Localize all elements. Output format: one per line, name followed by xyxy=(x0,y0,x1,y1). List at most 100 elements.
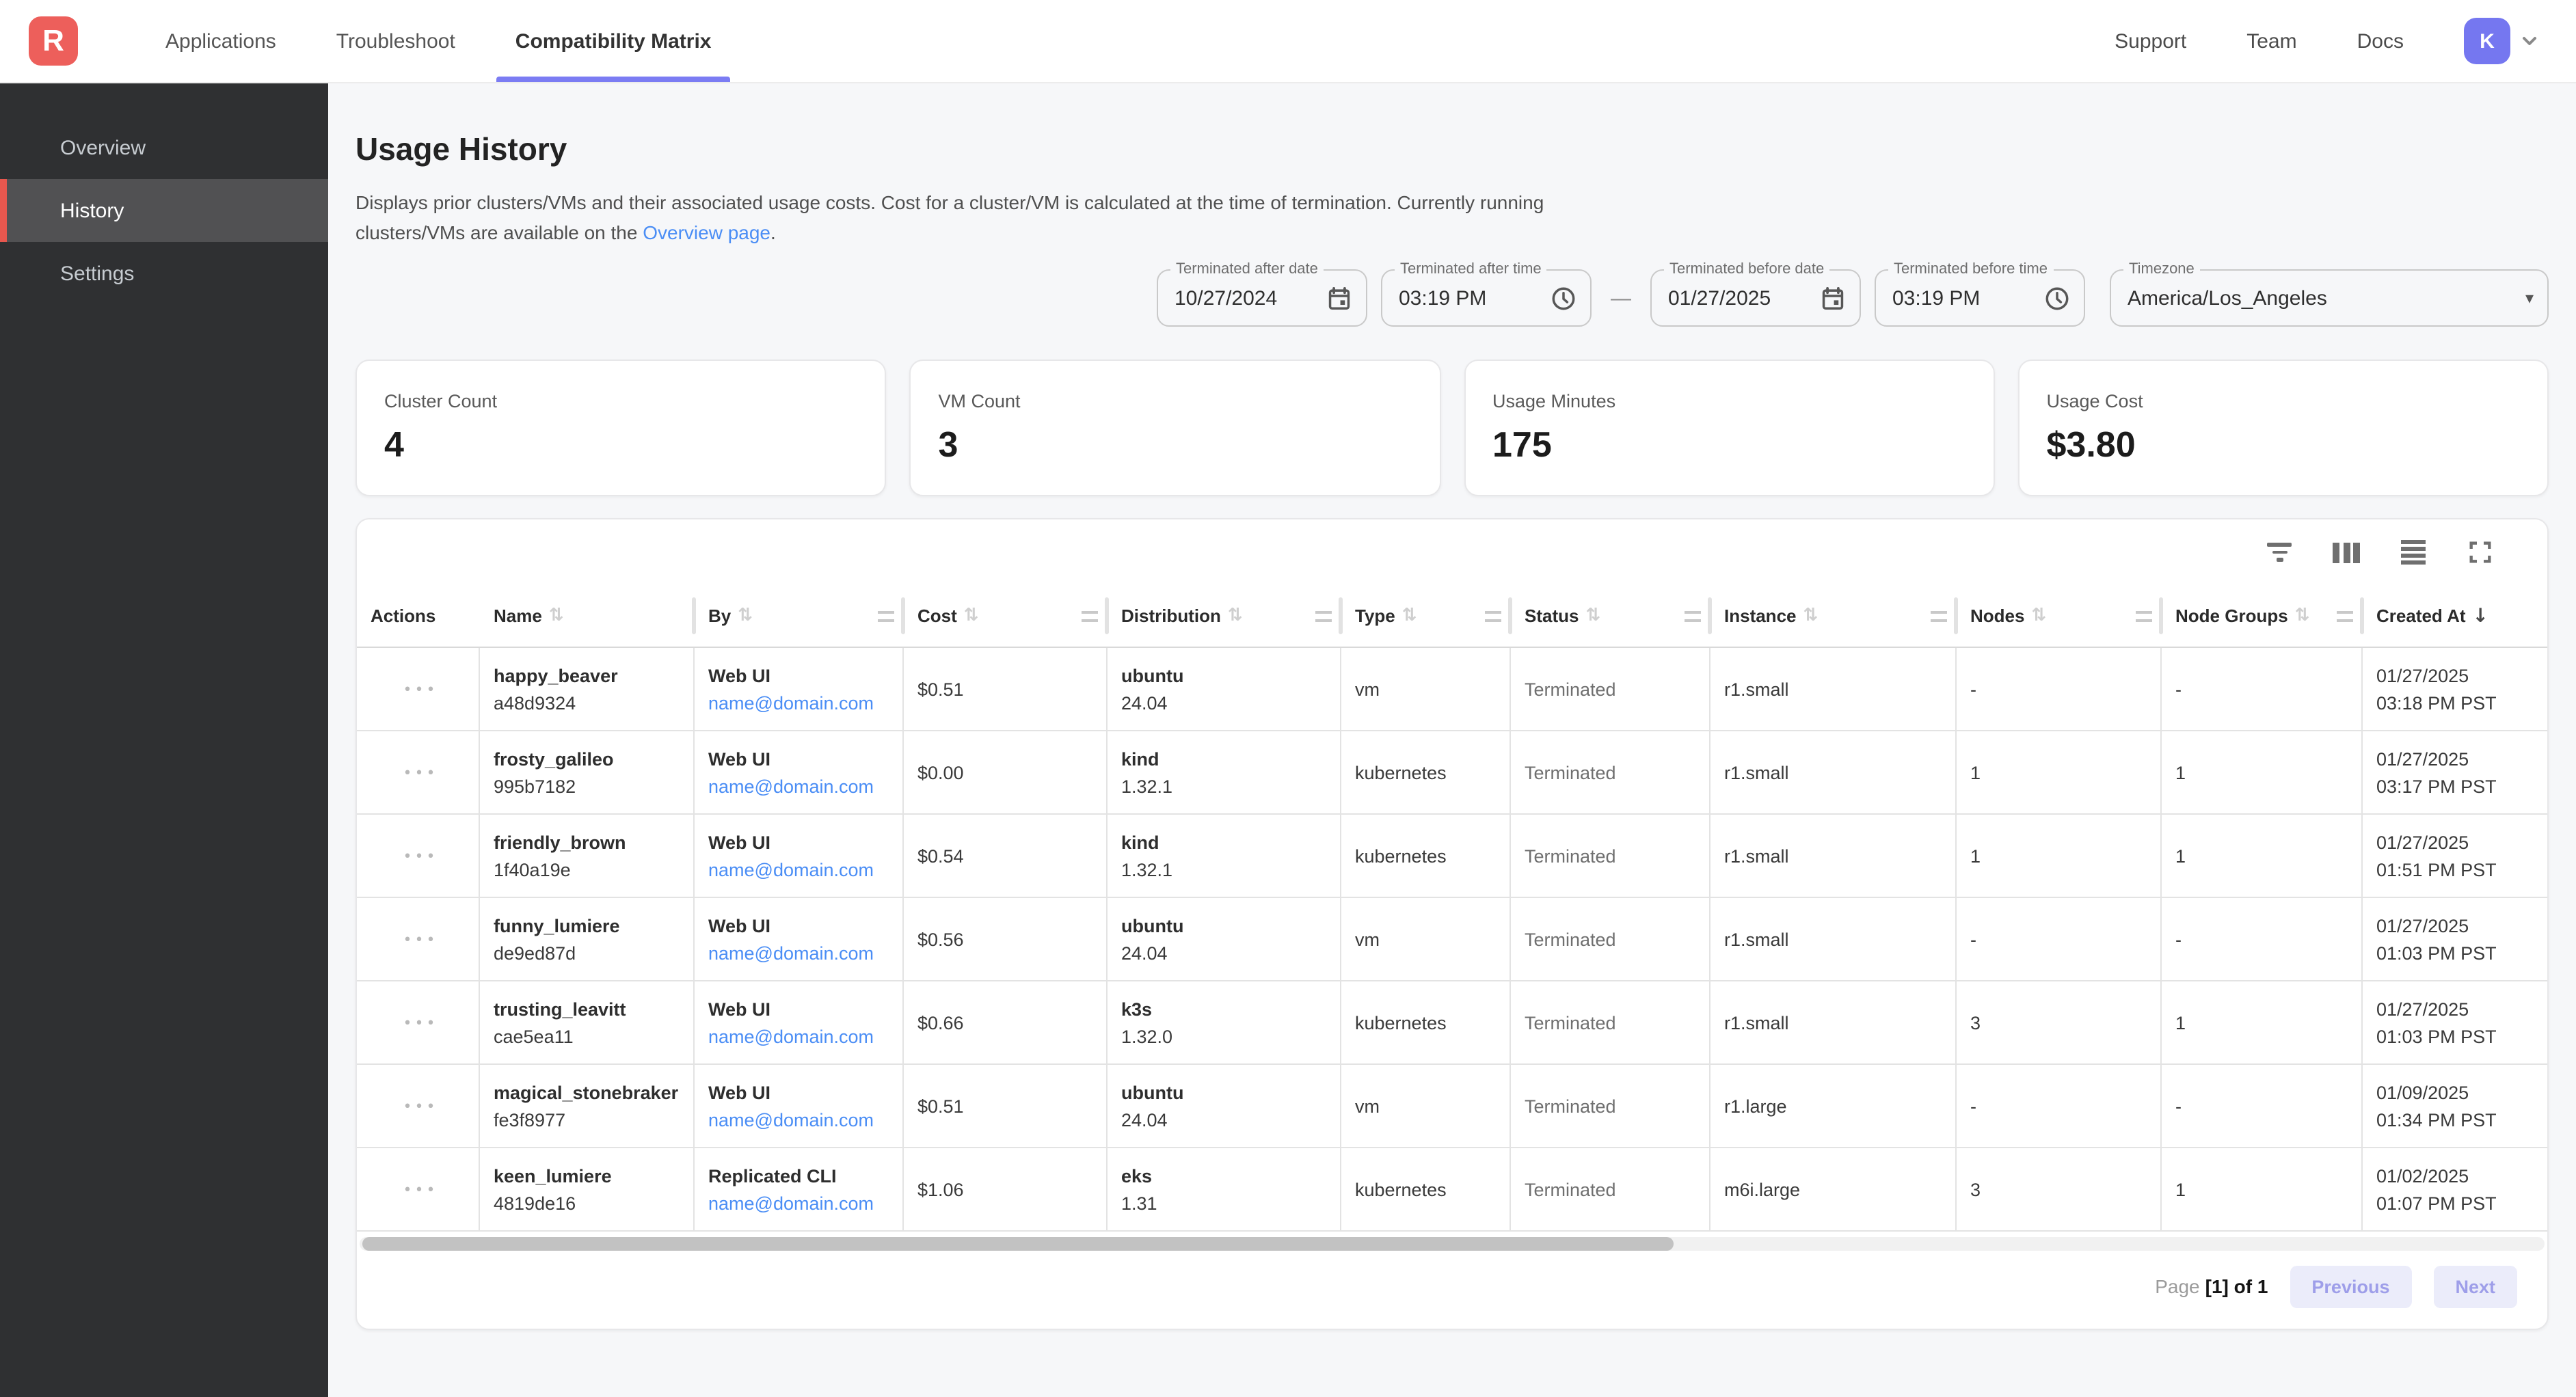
tab-applications[interactable]: Applications xyxy=(135,0,306,82)
calendar-icon[interactable] xyxy=(1820,285,1846,311)
column-header-nodes[interactable]: Nodes⇅ xyxy=(1957,585,2162,647)
cell-line1: 01/27/2025 xyxy=(2376,832,2539,852)
column-header-node-groups[interactable]: Node Groups ⇅ xyxy=(2162,585,2363,647)
cell-line2: 03:18 PM PST xyxy=(2376,692,2539,713)
previous-page-button[interactable]: Previous xyxy=(2290,1265,2411,1307)
avatar[interactable]: K xyxy=(2464,18,2510,64)
cell-created-date: 01/27/202503:18 PM PST xyxy=(2363,648,2547,730)
column-menu-icon[interactable] xyxy=(1082,610,1098,621)
column-separator[interactable] xyxy=(1954,597,1958,634)
row-actions-button[interactable]: ••• xyxy=(403,763,438,781)
columns-icon[interactable] xyxy=(2331,537,2361,567)
sidebar-item-settings[interactable]: Settings xyxy=(0,242,328,305)
page-title: Usage History xyxy=(355,131,2549,168)
sort-icon[interactable]: ⇅ xyxy=(2031,606,2046,626)
email-link[interactable]: name@domain.com xyxy=(708,1109,894,1130)
sidebar-item-overview[interactable]: Overview xyxy=(0,116,328,179)
sort-icon[interactable]: ⇅ xyxy=(1585,606,1600,626)
clock-icon[interactable] xyxy=(2044,285,2070,311)
column-header-by[interactable]: By⇅ xyxy=(695,585,904,647)
column-menu-icon[interactable] xyxy=(1931,610,1947,621)
email-link[interactable]: name@domain.com xyxy=(708,1026,894,1046)
column-separator[interactable] xyxy=(1708,597,1712,634)
terminated-after-time-field[interactable]: Terminated after time 03:19 PM xyxy=(1381,269,1592,327)
column-label: Node Groups xyxy=(2175,606,2288,626)
sort-icon[interactable]: ⇅ xyxy=(964,606,979,626)
column-separator[interactable] xyxy=(2360,597,2364,634)
terminated-before-time-field[interactable]: Terminated before time 03:19 PM xyxy=(1875,269,2085,327)
timezone-select[interactable]: Timezone America/Los_Angeles ▾ xyxy=(2110,269,2549,327)
row-actions-button[interactable]: ••• xyxy=(403,847,438,865)
column-menu-icon[interactable] xyxy=(2337,610,2353,621)
tab-compatibility-matrix[interactable]: Compatibility Matrix xyxy=(485,0,742,82)
column-menu-icon[interactable] xyxy=(878,610,894,621)
nav-link-support[interactable]: Support xyxy=(2115,29,2186,53)
email-link[interactable]: name@domain.com xyxy=(708,1193,894,1213)
email-link[interactable]: name@domain.com xyxy=(708,942,894,963)
row-actions-button[interactable]: ••• xyxy=(403,930,438,948)
column-header-type[interactable]: Type⇅ xyxy=(1341,585,1511,647)
cell-value: $0.00 xyxy=(917,762,1098,783)
sort-icon[interactable]: ⇅ xyxy=(549,606,564,626)
sort-desc-icon[interactable]: ↓ xyxy=(2473,605,2488,627)
overview-page-link[interactable]: Overview page xyxy=(643,221,770,243)
column-header-instance[interactable]: Instance⇅ xyxy=(1710,585,1957,647)
horizontal-scrollbar[interactable] xyxy=(360,1237,2545,1251)
clock-icon[interactable] xyxy=(1551,285,1577,311)
column-header-status[interactable]: Status⇅ xyxy=(1511,585,1710,647)
email-link[interactable]: name@domain.com xyxy=(708,692,894,713)
main-content: Usage History Displays prior clusters/VM… xyxy=(328,83,2576,1397)
row-actions-button[interactable]: ••• xyxy=(403,1097,438,1115)
column-separator[interactable] xyxy=(2159,597,2163,634)
sort-icon[interactable]: ⇅ xyxy=(1228,606,1243,626)
cell-line1: Web UI xyxy=(708,832,894,852)
column-header-created-at[interactable]: Created At↓ xyxy=(2363,585,2547,647)
column-menu-icon[interactable] xyxy=(1685,610,1701,621)
terminated-after-date-field[interactable]: Terminated after date 10/27/2024 xyxy=(1157,269,1367,327)
sort-icon[interactable]: ⇅ xyxy=(2295,606,2310,626)
column-separator[interactable] xyxy=(1105,597,1109,634)
stat-label: Usage Minutes xyxy=(1492,391,1966,411)
chevron-down-icon[interactable] xyxy=(2519,30,2540,52)
user-menu[interactable]: K xyxy=(2464,18,2540,64)
column-menu-icon[interactable] xyxy=(1485,610,1501,621)
email-link[interactable]: name@domain.com xyxy=(708,859,894,880)
column-menu-icon[interactable] xyxy=(2136,610,2152,621)
filter-icon[interactable] xyxy=(2264,537,2294,567)
column-header-distribution[interactable]: Distribution⇅ xyxy=(1108,585,1341,647)
density-icon[interactable] xyxy=(2398,537,2428,567)
column-header-name[interactable]: Name⇅ xyxy=(480,585,695,647)
sidebar-item-history[interactable]: History xyxy=(0,179,328,242)
cell-line1: funny_lumiere xyxy=(494,915,685,936)
column-separator[interactable] xyxy=(1508,597,1512,634)
cell-type: kubernetes xyxy=(1341,815,1511,897)
sort-icon[interactable]: ⇅ xyxy=(738,606,753,626)
cell-line1: 01/02/2025 xyxy=(2376,1165,2539,1186)
sort-icon[interactable]: ⇅ xyxy=(1402,606,1417,626)
page-description: Displays prior clusters/VMs and their as… xyxy=(355,187,2549,247)
terminated-before-date-field[interactable]: Terminated before date 01/27/2025 xyxy=(1650,269,1861,327)
column-menu-icon[interactable] xyxy=(1315,610,1332,621)
cell-value: vm xyxy=(1355,929,1501,949)
fullscreen-icon[interactable] xyxy=(2465,537,2495,567)
cell-value: kubernetes xyxy=(1355,1012,1501,1033)
calendar-icon[interactable] xyxy=(1326,285,1352,311)
nav-link-team[interactable]: Team xyxy=(2246,29,2296,53)
row-actions-button[interactable]: ••• xyxy=(403,1014,438,1031)
sort-icon[interactable]: ⇅ xyxy=(1803,606,1819,626)
row-actions-button[interactable]: ••• xyxy=(403,1180,438,1198)
row-actions-button[interactable]: ••• xyxy=(403,680,438,698)
nav-link-docs[interactable]: Docs xyxy=(2357,29,2404,53)
column-separator[interactable] xyxy=(901,597,905,634)
tab-troubleshoot[interactable]: Troubleshoot xyxy=(306,0,485,82)
cell-distribution: ubuntu24.04 xyxy=(1108,648,1341,730)
column-label: Cost xyxy=(917,606,957,626)
column-header-cost[interactable]: Cost ⇅ xyxy=(904,585,1108,647)
scrollbar-thumb[interactable] xyxy=(362,1237,1674,1251)
cell-status: Terminated xyxy=(1511,898,1710,980)
email-link[interactable]: name@domain.com xyxy=(708,776,894,796)
next-page-button[interactable]: Next xyxy=(2433,1265,2517,1307)
column-separator[interactable] xyxy=(692,597,696,634)
column-separator[interactable] xyxy=(1339,597,1343,634)
replicated-logo[interactable]: R xyxy=(29,16,78,66)
